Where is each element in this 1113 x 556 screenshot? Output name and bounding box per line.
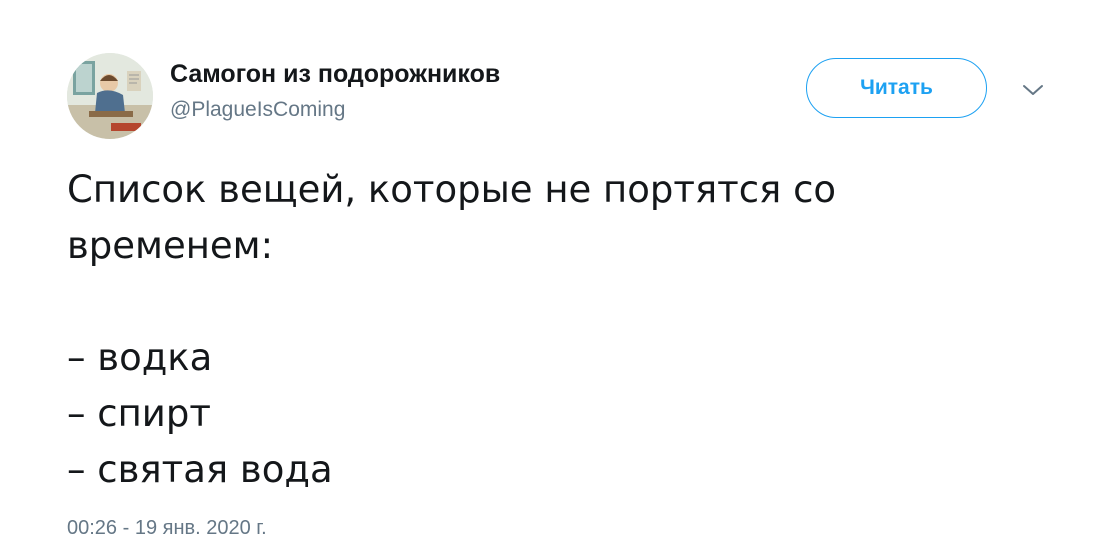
tweet-text-line <box>67 274 1067 330</box>
tweet-timestamp[interactable]: 00:26 - 19 янв. 2020 г. <box>67 517 267 540</box>
tweet-text-line: – водка <box>67 336 213 379</box>
chevron-down-icon[interactable] <box>1018 78 1048 102</box>
tweet-text-line: – святая вода <box>67 448 333 491</box>
avatar-illustration <box>67 53 153 139</box>
tweet-text-line: временем: <box>67 224 274 267</box>
display-name[interactable]: Самогон из подорожников <box>170 60 500 89</box>
avatar[interactable] <box>67 53 153 139</box>
tweet-text-line: Список вещей, которые не портятся со <box>67 168 837 211</box>
tweet-text-line: – спирт <box>67 392 211 435</box>
user-handle[interactable]: @PlagueIsComing <box>170 98 345 122</box>
tweet-text: Список вещей, которые не портятся со вре… <box>67 162 1067 498</box>
follow-button[interactable]: Читать <box>806 58 987 118</box>
tweet-card: Самогон из подорожников @PlagueIsComing … <box>0 0 1113 556</box>
